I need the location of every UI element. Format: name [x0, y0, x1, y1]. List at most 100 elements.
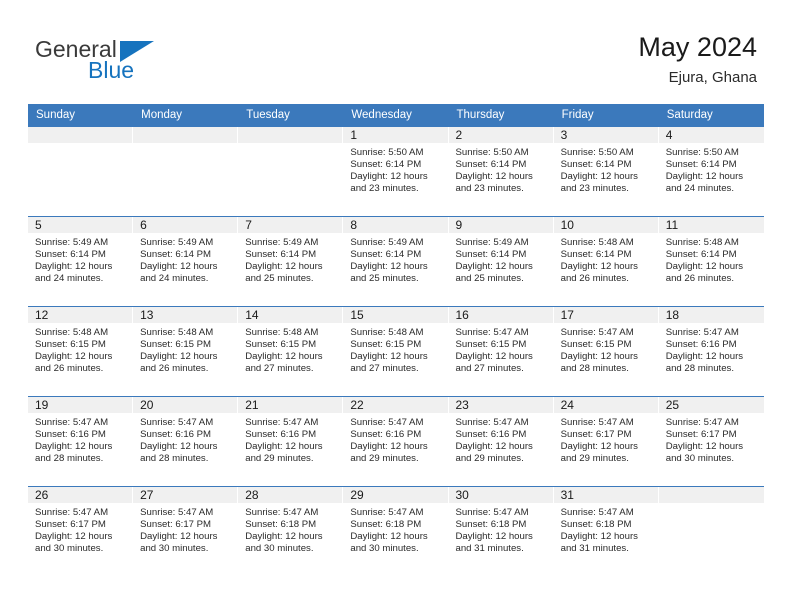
day-cell[interactable]: 13 Sunrise: 5:48 AM Sunset: 6:15 PM Dayligh… — [133, 307, 239, 396]
calendar-page: General Blue May 2024 Ejura, Ghana Sunda… — [0, 0, 792, 612]
day-daylight2-text: and 30 minutes. — [665, 453, 735, 465]
day-number: 14 — [238, 307, 343, 323]
day-cell[interactable]: 28 Sunrise: 5:47 AM Sunset: 6:18 PM Dayligh… — [238, 487, 344, 576]
day-details: Sunrise: 5:49 AM Sunset: 6:14 PM Daylight:… — [238, 233, 342, 285]
day-number: 17 — [553, 307, 658, 323]
day-sunset-text: Sunset: 6:16 PM — [140, 429, 212, 441]
day-cell[interactable]: 14 Sunrise: 5:48 AM Sunset: 6:15 PM Dayligh… — [238, 307, 344, 396]
day-number: 1 — [343, 127, 448, 143]
day-cell[interactable]: 31 Sunrise: 5:47 AM Sunset: 6:18 PM Dayligh… — [553, 487, 659, 576]
day-details: Sunrise: 5:47 AM Sunset: 6:17 PM Daylight:… — [133, 503, 237, 555]
day-cell[interactable]: 6 Sunrise: 5:49 AM Sunset: 6:14 PM Daylight… — [133, 217, 239, 306]
day-number: 25 — [658, 397, 764, 413]
day-number: 15 — [343, 307, 448, 323]
day-sunset-text: Sunset: 6:14 PM — [350, 159, 422, 171]
day-sunset-text: Sunset: 6:16 PM — [35, 429, 106, 441]
day-sunrise-text: Sunrise: 5:48 AM — [245, 327, 319, 338]
day-number: 8 — [343, 217, 448, 233]
day-cell[interactable]: 29 Sunrise: 5:47 AM Sunset: 6:18 PM Dayligh… — [343, 487, 449, 576]
day-number: 16 — [448, 307, 553, 323]
day-cell[interactable]: 17 Sunrise: 5:47 AM Sunset: 6:15 PM Dayligh… — [553, 307, 659, 396]
day-daylight2-text: and 26 minutes. — [35, 363, 104, 375]
day-cell[interactable]: 30 Sunrise: 5:47 AM Sunset: 6:18 PM Dayligh… — [448, 487, 554, 576]
day-daylight1-text: Daylight: 12 hours — [140, 531, 218, 543]
day-details: Sunrise: 5:49 AM Sunset: 6:14 PM Daylight:… — [28, 233, 132, 285]
day-daylight2-text: and 28 minutes. — [560, 363, 629, 375]
day-daylight2-text: and 30 minutes. — [140, 543, 209, 555]
day-cell[interactable]: 5 Sunrise: 5:49 AM Sunset: 6:14 PM Daylight… — [28, 217, 134, 306]
day-daylight1-text: Daylight: 12 hours — [455, 351, 533, 363]
weekday-header-thursday: Thursday — [456, 109, 505, 121]
day-number: 6 — [133, 217, 238, 233]
day-daylight2-text: and 30 minutes. — [350, 543, 419, 555]
day-cell[interactable]: 21 Sunrise: 5:47 AM Sunset: 6:16 PM Dayligh… — [238, 397, 344, 486]
calendar-week-row: 26 Sunrise: 5:47 AM Sunset: 6:17 PM Dayligh… — [28, 486, 764, 576]
day-cell[interactable]: 25 Sunrise: 5:47 AM Sunset: 6:17 PM Dayligh… — [658, 397, 764, 486]
day-cell[interactable]: 20 Sunrise: 5:47 AM Sunset: 6:16 PM Dayligh… — [133, 397, 239, 486]
day-number: 31 — [553, 487, 658, 503]
day-number: 2 — [448, 127, 553, 143]
day-cell[interactable]: 12 Sunrise: 5:48 AM Sunset: 6:15 PM Dayligh… — [28, 307, 134, 396]
day-daylight2-text: and 28 minutes. — [140, 453, 209, 465]
day-sunset-text: Sunset: 6:17 PM — [560, 429, 632, 441]
day-daylight2-text: and 24 minutes. — [140, 273, 209, 285]
day-cell[interactable]: 7 Sunrise: 5:49 AM Sunset: 6:14 PM Daylight… — [238, 217, 344, 306]
day-sunrise-text: Sunrise: 5:47 AM — [350, 417, 424, 428]
day-sunset-text: Sunset: 6:14 PM — [245, 249, 317, 261]
day-sunrise-text: Sunrise: 5:47 AM — [455, 417, 529, 428]
day-cell[interactable]: 3 Sunrise: 5:50 AM Sunset: 6:14 PM Daylight… — [553, 127, 659, 216]
day-details: Sunrise: 5:47 AM Sunset: 6:16 PM Daylight:… — [343, 413, 447, 465]
day-cell-empty — [658, 487, 764, 576]
day-number: 24 — [553, 397, 658, 413]
day-cell[interactable]: 2 Sunrise: 5:50 AM Sunset: 6:14 PM Daylight… — [448, 127, 554, 216]
day-sunrise-text: Sunrise: 5:47 AM — [560, 327, 634, 338]
day-sunset-text: Sunset: 6:18 PM — [455, 519, 527, 531]
day-daylight1-text: Daylight: 12 hours — [140, 351, 218, 363]
day-cell[interactable]: 8 Sunrise: 5:49 AM Sunset: 6:14 PM Daylight… — [343, 217, 449, 306]
day-cell[interactable]: 4 Sunrise: 5:50 AM Sunset: 6:14 PM Daylight… — [658, 127, 764, 216]
day-sunrise-text: Sunrise: 5:47 AM — [140, 417, 214, 428]
day-cell[interactable]: 1 Sunrise: 5:50 AM Sunset: 6:14 PM Daylight… — [343, 127, 449, 216]
day-cell[interactable]: 11 Sunrise: 5:48 AM Sunset: 6:14 PM Dayligh… — [658, 217, 764, 306]
day-sunrise-text: Sunrise: 5:50 AM — [560, 147, 634, 158]
day-cell[interactable]: 26 Sunrise: 5:47 AM Sunset: 6:17 PM Dayligh… — [28, 487, 134, 576]
day-sunrise-text: Sunrise: 5:47 AM — [35, 507, 109, 518]
day-number: 21 — [238, 397, 343, 413]
day-daylight1-text: Daylight: 12 hours — [35, 441, 113, 453]
day-daylight1-text: Daylight: 12 hours — [560, 441, 638, 453]
day-cell[interactable]: 22 Sunrise: 5:47 AM Sunset: 6:16 PM Dayligh… — [343, 397, 449, 486]
day-cell[interactable]: 18 Sunrise: 5:47 AM Sunset: 6:16 PM Dayligh… — [658, 307, 764, 396]
day-daylight2-text: and 28 minutes. — [35, 453, 104, 465]
day-cell[interactable]: 24 Sunrise: 5:47 AM Sunset: 6:17 PM Dayligh… — [553, 397, 659, 486]
day-daylight1-text: Daylight: 12 hours — [455, 261, 533, 273]
day-cell[interactable]: 19 Sunrise: 5:47 AM Sunset: 6:16 PM Dayligh… — [28, 397, 134, 486]
day-number: 12 — [28, 307, 133, 323]
day-sunset-text: Sunset: 6:16 PM — [350, 429, 422, 441]
day-sunset-text: Sunset: 6:16 PM — [665, 339, 737, 351]
brand-logo[interactable]: General Blue — [35, 36, 215, 86]
day-sunrise-text: Sunrise: 5:49 AM — [455, 237, 529, 248]
day-number — [238, 127, 343, 143]
day-daylight2-text: and 29 minutes. — [245, 453, 314, 465]
day-details: Sunrise: 5:47 AM Sunset: 6:16 PM Daylight:… — [238, 413, 342, 465]
day-daylight2-text: and 27 minutes. — [350, 363, 419, 375]
calendar-grid: Sunday Monday Tuesday Wednesday Thursday Frid… — [28, 104, 764, 576]
day-daylight1-text: Daylight: 12 hours — [560, 261, 638, 273]
day-sunrise-text: Sunrise: 5:47 AM — [350, 507, 424, 518]
day-cell[interactable]: 15 Sunrise: 5:48 AM Sunset: 6:15 PM Dayligh… — [343, 307, 449, 396]
day-sunset-text: Sunset: 6:14 PM — [665, 159, 737, 171]
day-daylight1-text: Daylight: 12 hours — [350, 441, 428, 453]
day-cell[interactable]: 10 Sunrise: 5:48 AM Sunset: 6:14 PM Dayligh… — [553, 217, 659, 306]
weekday-header-friday: Friday — [561, 109, 594, 121]
day-sunrise-text: Sunrise: 5:48 AM — [350, 327, 424, 338]
day-sunset-text: Sunset: 6:17 PM — [35, 519, 106, 531]
day-number: 18 — [658, 307, 764, 323]
day-daylight1-text: Daylight: 12 hours — [245, 351, 323, 363]
day-cell[interactable]: 23 Sunrise: 5:47 AM Sunset: 6:16 PM Dayligh… — [448, 397, 554, 486]
day-cell[interactable]: 16 Sunrise: 5:47 AM Sunset: 6:15 PM Dayligh… — [448, 307, 554, 396]
day-daylight1-text: Daylight: 12 hours — [665, 441, 744, 453]
day-cell[interactable]: 9 Sunrise: 5:49 AM Sunset: 6:14 PM Daylight… — [448, 217, 554, 306]
day-cell[interactable]: 27 Sunrise: 5:47 AM Sunset: 6:17 PM Dayligh… — [133, 487, 239, 576]
day-sunrise-text: Sunrise: 5:47 AM — [245, 417, 319, 428]
day-daylight1-text: Daylight: 12 hours — [140, 441, 218, 453]
